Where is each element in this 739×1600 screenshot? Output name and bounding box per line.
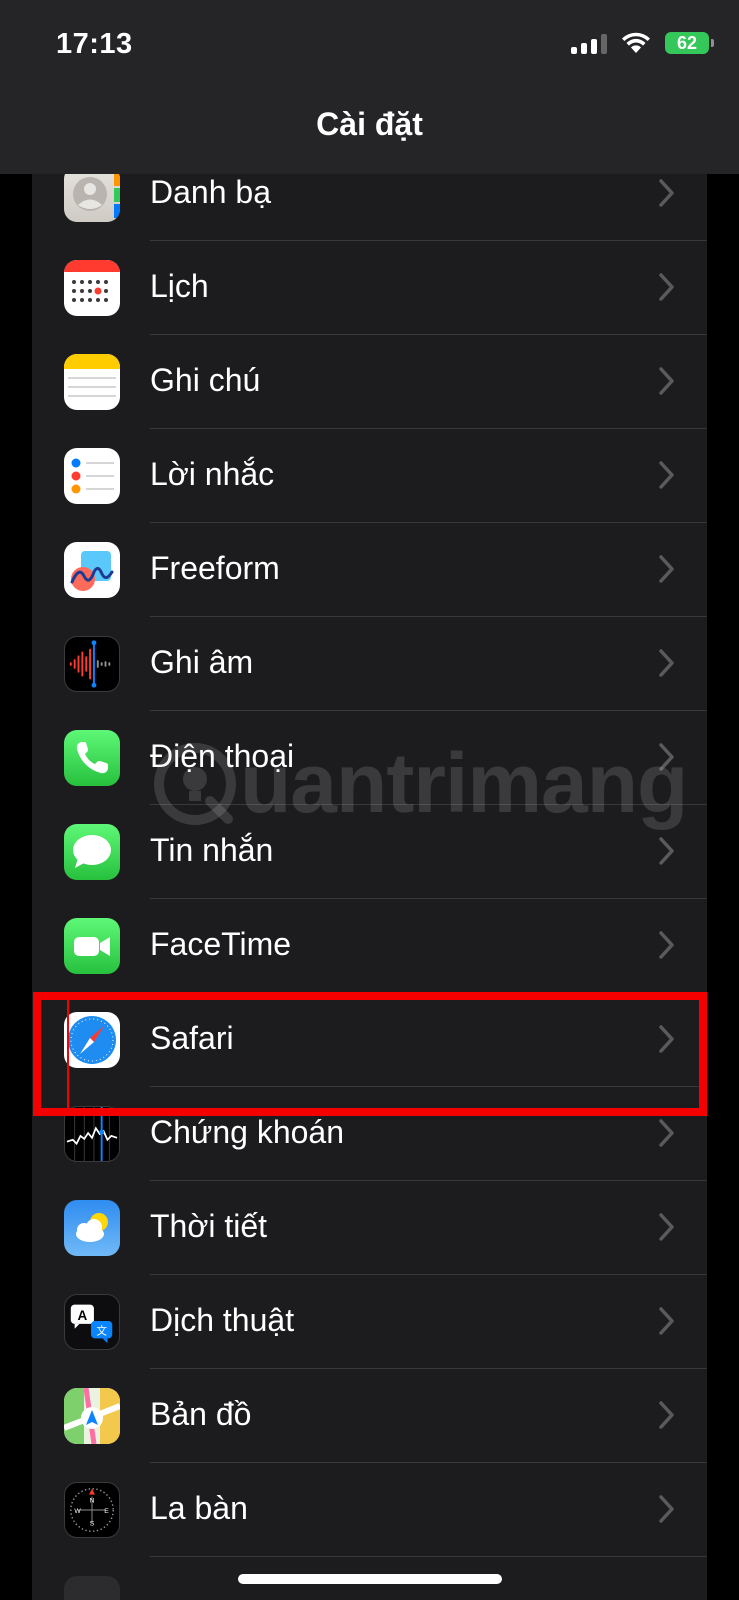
settings-row-label: FaceTime — [150, 926, 292, 962]
settings-row-voice-memos[interactable]: Ghi âm — [32, 617, 707, 711]
chevron-right-icon — [659, 1025, 674, 1053]
watermark-text: uantrimang — [240, 736, 688, 830]
status-icons: 62 — [571, 32, 714, 54]
settings-row-label: Freeform — [150, 550, 280, 586]
settings-row-label: Chứng khoán — [150, 1114, 344, 1150]
settings-row-label: Danh bạ — [150, 174, 271, 210]
navigation-bar: Cài đặt — [0, 94, 739, 174]
watermark-logo-icon — [154, 742, 236, 825]
chevron-right-icon — [659, 837, 674, 865]
svg-text:E: E — [104, 1508, 109, 1515]
settings-row-maps[interactable]: Bản đồ — [32, 1369, 707, 1463]
reminders-icon — [64, 448, 120, 504]
settings-row-notes[interactable]: Ghi chú — [32, 335, 707, 429]
svg-text:S: S — [90, 1520, 95, 1527]
voice-memos-icon — [64, 636, 120, 692]
battery-icon: 62 — [665, 32, 714, 54]
settings-row-weather[interactable]: Thời tiết — [32, 1181, 707, 1275]
settings-row-reminders[interactable]: Lời nhắc — [32, 429, 707, 523]
contacts-icon — [64, 166, 120, 222]
chevron-right-icon — [659, 179, 674, 207]
svg-text:文: 文 — [96, 1325, 107, 1338]
settings-row-label: Tin nhắn — [150, 832, 274, 868]
chevron-right-icon — [659, 273, 674, 301]
chevron-right-icon — [659, 1119, 674, 1147]
safari-icon — [64, 1012, 120, 1068]
chevron-right-icon — [659, 1495, 674, 1523]
settings-row-freeform[interactable]: Freeform — [32, 523, 707, 617]
chevron-right-icon — [659, 1307, 674, 1335]
settings-list: Danh bạ Lịch Ghi chú Lời nhắc Freeform G… — [32, 152, 707, 1600]
chevron-right-icon — [659, 931, 674, 959]
settings-row-label: Dịch thuật — [150, 1302, 295, 1338]
chevron-right-icon — [659, 1401, 674, 1429]
settings-row-translate[interactable]: A 文 Dịch thuật — [32, 1275, 707, 1369]
settings-row-label: Thời tiết — [150, 1208, 268, 1244]
settings-row-calendar[interactable]: Lịch — [32, 241, 707, 335]
translate-icon: A 文 — [64, 1294, 120, 1350]
weather-icon — [64, 1200, 120, 1256]
calendar-icon — [64, 260, 120, 316]
chevron-right-icon — [659, 1213, 674, 1241]
freeform-icon — [64, 542, 120, 598]
svg-text:W: W — [74, 1508, 81, 1515]
settings-row-label: La bàn — [150, 1490, 248, 1526]
settings-row-label: Lời nhắc — [150, 456, 275, 492]
settings-row-compass[interactable]: N S W E La bàn — [32, 1463, 707, 1557]
watermark: uantrimang — [150, 735, 688, 832]
wifi-icon — [622, 32, 650, 53]
settings-row-facetime[interactable]: FaceTime — [32, 899, 707, 993]
chevron-right-icon — [659, 555, 674, 583]
chevron-right-icon — [659, 367, 674, 395]
chevron-right-icon — [659, 461, 674, 489]
settings-row-label: Ghi âm — [150, 644, 254, 680]
status-bar: 17:13 62 — [0, 0, 739, 94]
page-title: Cài đặt — [316, 105, 423, 142]
clock: 17:13 — [56, 28, 133, 60]
maps-icon — [64, 1388, 120, 1444]
phone-icon — [64, 730, 120, 786]
app-icon — [64, 1576, 120, 1600]
settings-row-label: Bản đồ — [150, 1396, 252, 1432]
svg-text:N: N — [90, 1497, 95, 1504]
cellular-signal-icon — [571, 32, 607, 54]
messages-icon — [64, 824, 120, 880]
settings-row-label: Lịch — [150, 268, 209, 304]
home-indicator[interactable] — [238, 1574, 502, 1584]
facetime-icon — [64, 918, 120, 974]
settings-row-label: Ghi chú — [150, 362, 261, 398]
svg-text:A: A — [77, 1308, 87, 1323]
settings-row-stocks[interactable]: Chứng khoán — [32, 1087, 707, 1181]
settings-row-safari[interactable]: Safari — [32, 993, 707, 1087]
stocks-icon — [64, 1106, 120, 1162]
settings-row-label: Safari — [150, 1020, 234, 1056]
compass-icon: N S W E — [64, 1482, 120, 1538]
battery-level: 62 — [676, 32, 698, 53]
chevron-right-icon — [659, 649, 674, 677]
notes-icon — [64, 354, 120, 410]
